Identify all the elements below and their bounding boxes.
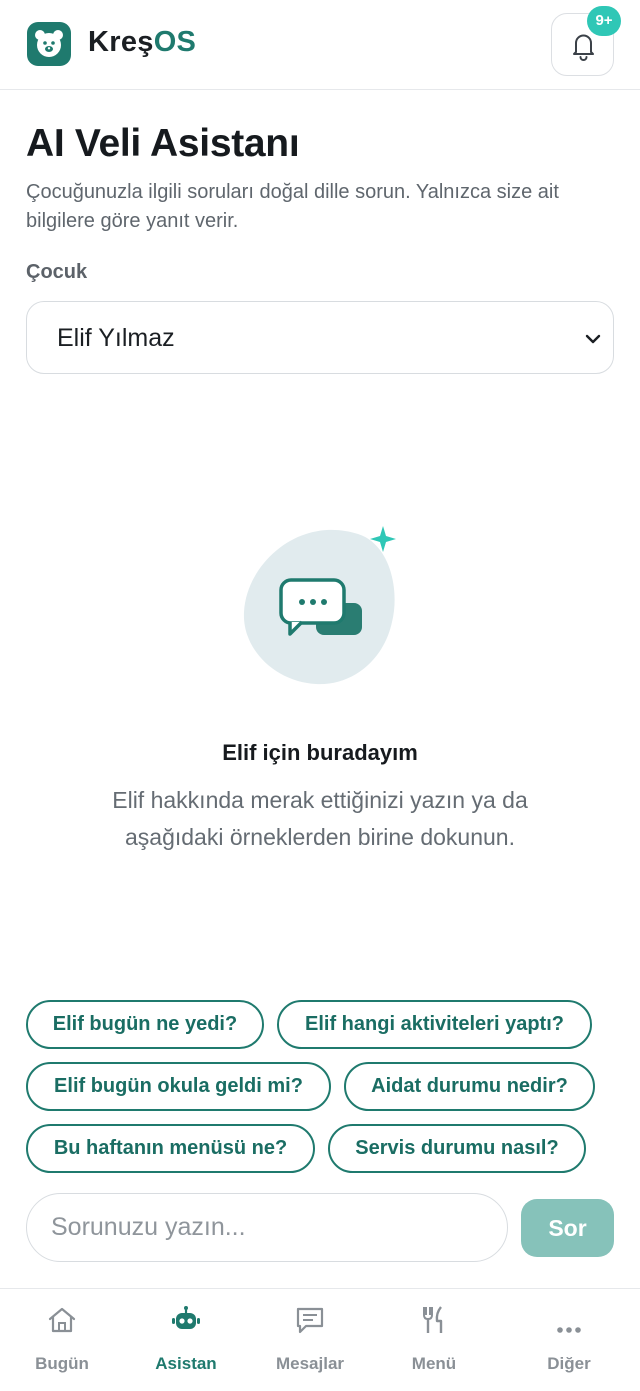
app-header: KreşOS 9+ [0, 0, 640, 90]
suggestion-chip[interactable]: Bu haftanın menüsü ne? [26, 1124, 315, 1173]
question-input[interactable] [26, 1193, 508, 1262]
page-title: AI Veli Asistanı [26, 122, 300, 165]
child-select[interactable]: Elif Yılmaz [26, 301, 614, 374]
send-button[interactable]: Sor [521, 1199, 614, 1257]
nav-item-diger[interactable]: Diğer [507, 1289, 631, 1391]
suggestion-chip[interactable]: Elif bugün ne yedi? [26, 1000, 264, 1049]
suggestion-chip[interactable]: Servis durumu nasıl? [328, 1124, 586, 1173]
chevron-down-icon [585, 334, 601, 344]
more-dots-icon [557, 1327, 581, 1333]
child-label: Çocuk [26, 261, 88, 283]
bottom-nav: Bugün Asistan Mesajlar Menü Diğer [0, 1288, 640, 1391]
suggestion-chip[interactable]: Aidat durumu nedir? [344, 1062, 595, 1111]
nav-label: Menü [411, 1354, 457, 1373]
nav-item-menu[interactable]: Menü [372, 1289, 496, 1391]
suggestion-chip[interactable]: Elif hangi aktiviteleri yaptı? [277, 1000, 592, 1049]
nav-item-asistan[interactable]: Asistan [124, 1289, 248, 1391]
message-icon [296, 1307, 324, 1334]
notification-badge: 9+ [587, 6, 621, 36]
nav-label: Mesajlar [275, 1354, 345, 1373]
nav-label: Diğer [547, 1354, 591, 1373]
page-subtitle: Çocuğunuzla ilgili soruları doğal dille … [26, 181, 559, 232]
bear-logo-icon [27, 22, 71, 66]
nav-label: Asistan [155, 1354, 217, 1373]
robot-icon [172, 1306, 200, 1329]
fork-knife-icon [423, 1306, 443, 1333]
brand-name: KreşOS [88, 26, 197, 58]
empty-state-description: Elif hakkında merak ettiğinizi yazın ya … [112, 787, 528, 850]
nav-label: Bugün [35, 1354, 89, 1373]
child-select-value: Elif Yılmaz [57, 324, 175, 352]
nav-item-mesajlar[interactable]: Mesajlar [248, 1289, 372, 1391]
empty-state-title: Elif için buradayım [222, 740, 418, 765]
nav-item-bugun[interactable]: Bugün [0, 1289, 124, 1391]
home-icon [48, 1307, 76, 1333]
suggestion-chip[interactable]: Elif bugün okula geldi mi? [26, 1062, 331, 1111]
chat-bubbles-illustration-icon [243, 526, 396, 685]
